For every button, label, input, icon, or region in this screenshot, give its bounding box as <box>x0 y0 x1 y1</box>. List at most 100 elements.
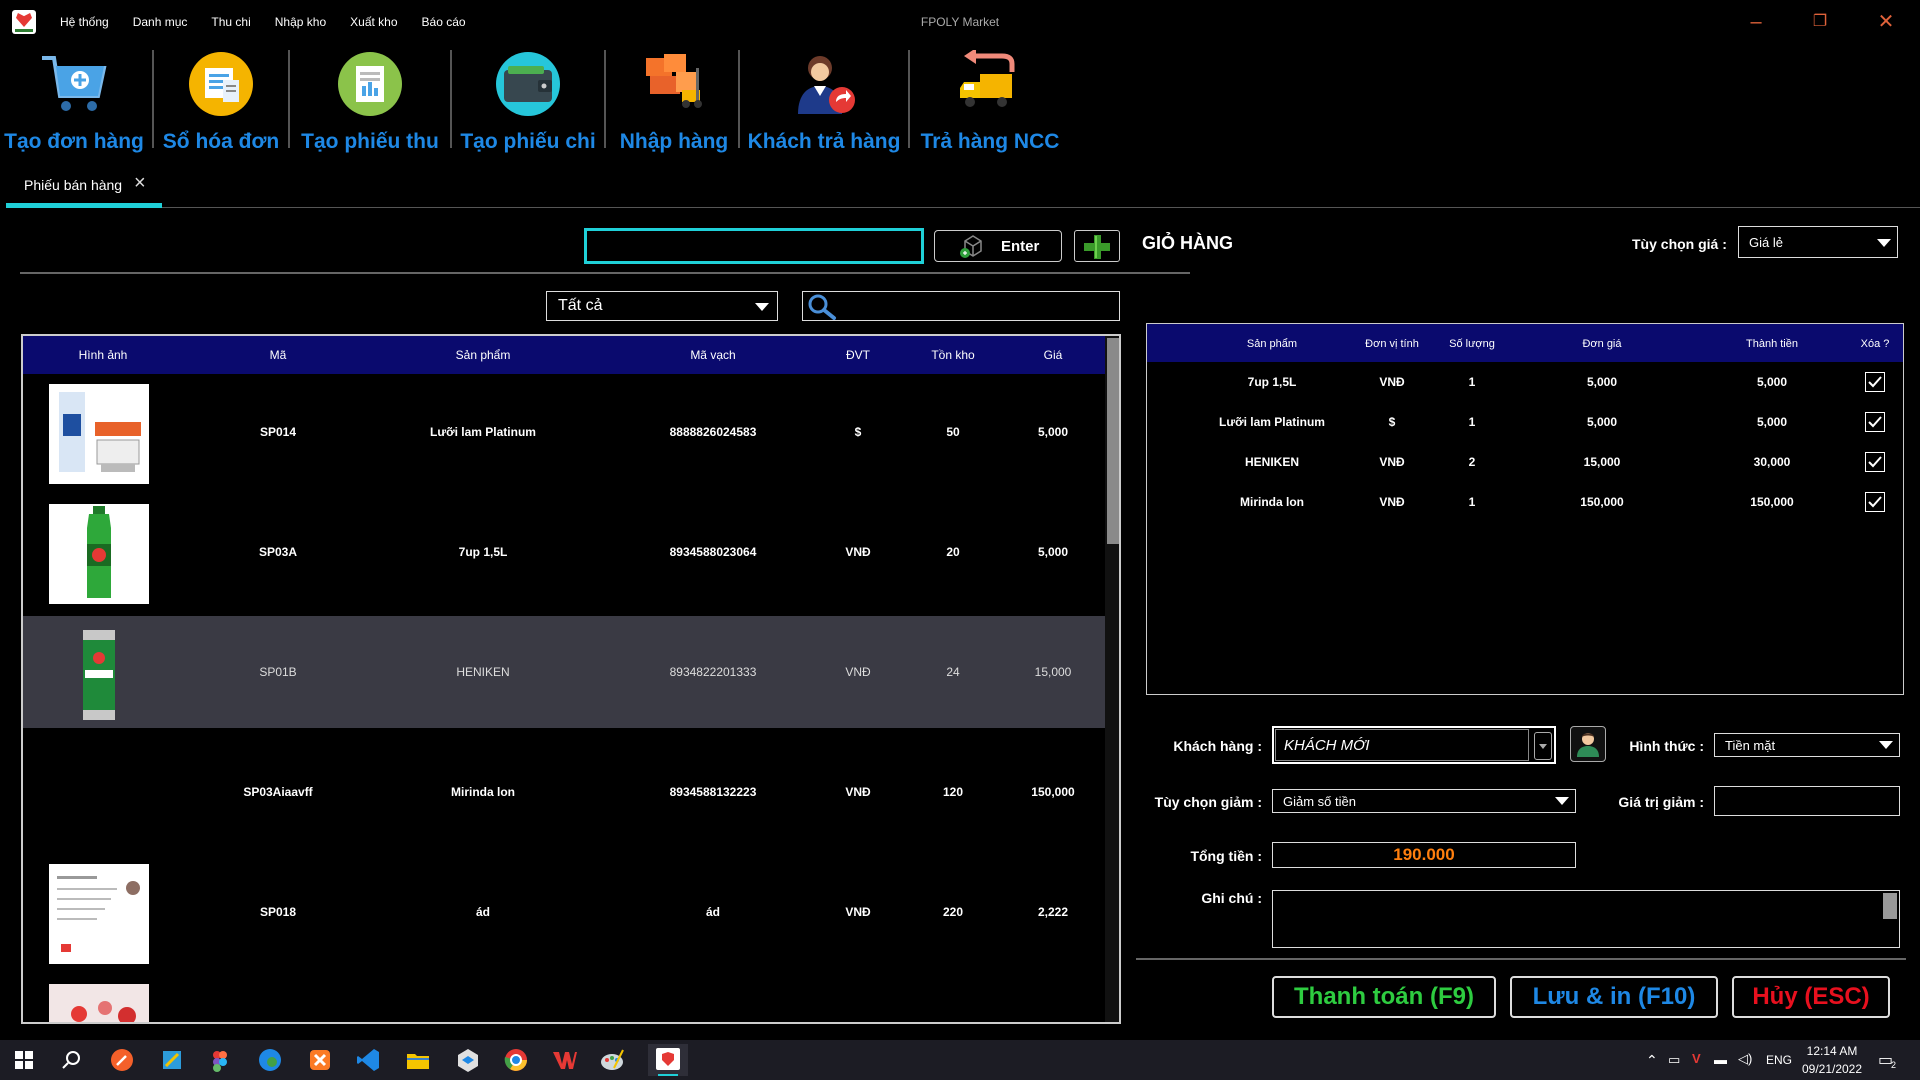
enter-button[interactable]: Enter <box>934 230 1062 262</box>
column-header-unit-price[interactable]: Đơn giá <box>1547 338 1657 350</box>
taskbar-app-fpoly-market[interactable] <box>648 1044 688 1076</box>
minimize-button[interactable]: – <box>1736 8 1776 36</box>
add-product-button[interactable] <box>1074 230 1120 262</box>
column-header-unit[interactable]: ĐVT <box>823 348 893 362</box>
tray-app-icon[interactable]: V <box>1692 1051 1701 1066</box>
cart-qty[interactable]: 1 <box>1422 482 1522 522</box>
note-input[interactable] <box>1273 891 1883 947</box>
menu-item-import[interactable]: Nhập kho <box>275 15 326 29</box>
menu-bar: Hệ thống Danh mục Thu chi Nhập kho Xuất … <box>60 0 490 44</box>
menu-item-finance[interactable]: Thu chi <box>211 15 250 29</box>
taskbar-app-edge[interactable] <box>256 1046 284 1074</box>
taskbar-app-chrome[interactable] <box>502 1046 530 1074</box>
pay-button[interactable]: Thanh toán (F9) <box>1272 976 1496 1018</box>
create-order-button[interactable]: Tạo đơn hàng <box>4 46 144 154</box>
table-row[interactable]: SP03Aiaavff Mirinda lon 8934588132223 VN… <box>23 736 1105 848</box>
tab-sales-slip[interactable]: Phiếu bán hàng × <box>6 170 162 208</box>
menu-item-reports[interactable]: Báo cáo <box>422 15 466 29</box>
close-button[interactable]: ✕ <box>1866 8 1906 36</box>
note-field <box>1272 890 1900 948</box>
ribbon-separator <box>908 50 910 148</box>
category-select[interactable]: Tất cả <box>546 291 778 321</box>
note-scrollbar[interactable] <box>1883 893 1897 919</box>
taskbar-app-snip[interactable] <box>158 1046 186 1074</box>
close-tab-icon[interactable]: × <box>134 172 146 195</box>
product-thumbnail <box>49 624 149 724</box>
delete-checkbox[interactable] <box>1865 452 1885 472</box>
customer-dropdown-button[interactable] <box>1534 732 1552 760</box>
table-row[interactable]: SP018 ád ád VNĐ 220 2,222 <box>23 856 1105 968</box>
column-header-image[interactable]: Hình ảnh <box>53 348 153 362</box>
cart-qty[interactable]: 1 <box>1422 362 1522 402</box>
discount-value-input[interactable] <box>1714 786 1900 816</box>
table-row[interactable] <box>23 976 1105 1022</box>
invoice-book-button[interactable]: Sổ hóa đơn <box>162 46 280 154</box>
language-indicator[interactable]: ENG <box>1766 1053 1792 1067</box>
supplier-return-button[interactable]: Trả hàng NCC <box>918 46 1062 154</box>
column-header-product[interactable]: Sản phẩm <box>1207 338 1337 350</box>
save-print-button[interactable]: Lưu & in (F10) <box>1510 976 1718 1018</box>
price-option-select[interactable]: Giá lẻ <box>1738 226 1898 258</box>
cart-row[interactable]: Mirinda lon VNĐ 1 150,000 150,000 <box>1147 482 1903 522</box>
tray-network-icon[interactable]: ▭ <box>1668 1052 1680 1068</box>
delete-checkbox[interactable] <box>1865 492 1885 512</box>
table-row[interactable]: SP014 Lưỡi lam Platinum 8888826024583 $ … <box>23 376 1105 488</box>
column-header-delete[interactable]: Xóa ? <box>1847 338 1903 350</box>
create-payment-button[interactable]: Tạo phiếu chi <box>458 46 598 154</box>
taskbar-app-pen[interactable] <box>108 1046 136 1074</box>
delete-checkbox[interactable] <box>1865 372 1885 392</box>
taskbar-app-paint[interactable] <box>598 1046 626 1074</box>
create-receipt-button[interactable]: Tạo phiếu thu <box>298 46 442 154</box>
scrollbar-thumb[interactable] <box>1107 338 1119 544</box>
product-thumbnail <box>49 984 149 1022</box>
taskbar-app-cube[interactable] <box>454 1046 482 1074</box>
column-header-barcode[interactable]: Mã vạch <box>623 348 803 362</box>
table-scrollbar[interactable] <box>1105 336 1119 1022</box>
column-header-code[interactable]: Mã <box>203 348 353 362</box>
clock-date[interactable]: 09/21/2022 <box>1800 1062 1864 1076</box>
payment-method-select[interactable]: Tiền mặt <box>1714 733 1900 757</box>
discount-option-select[interactable]: Giảm số tiền <box>1272 789 1576 813</box>
column-header-stock[interactable]: Tồn kho <box>913 348 993 362</box>
product-barcode: 8934588132223 <box>669 785 757 799</box>
taskbar-search-button[interactable] <box>58 1046 86 1074</box>
table-row[interactable]: SP03A 7up 1,5L 8934588023064 VNĐ 20 5,00… <box>23 496 1105 608</box>
tray-chevron-up-icon[interactable]: ⌃ <box>1646 1052 1658 1069</box>
table-row-selected[interactable]: SP01B HENIKEN 8934822201333 VNĐ 24 15,00… <box>23 616 1105 728</box>
cart-row[interactable]: Lưỡi lam Platinum $ 1 5,000 5,000 <box>1147 402 1903 442</box>
taskbar-app-wps[interactable] <box>550 1046 578 1074</box>
restore-button[interactable]: ❐ <box>1800 8 1840 36</box>
product-stock: 24 <box>946 665 960 679</box>
column-header-price[interactable]: Giá <box>1013 348 1093 362</box>
xampp-icon <box>310 1050 330 1070</box>
taskbar-app-figma[interactable] <box>206 1046 234 1074</box>
taskbar-app-explorer[interactable] <box>404 1046 432 1074</box>
customer-return-button[interactable]: Khách trả hàng <box>748 46 900 154</box>
cart-add-icon <box>40 50 108 118</box>
battery-icon[interactable]: ▬ <box>1714 1052 1727 1067</box>
menu-item-export[interactable]: Xuất kho <box>350 15 397 29</box>
discount-option-label: Tùy chọn giảm : <box>1154 794 1262 810</box>
column-header-total[interactable]: Thành tiền <box>1717 338 1827 350</box>
taskbar-app-xampp[interactable] <box>306 1046 334 1074</box>
taskbar-app-vscode[interactable] <box>354 1046 382 1074</box>
cart-row[interactable]: 7up 1,5L VNĐ 1 5,000 5,000 <box>1147 362 1903 402</box>
chevron-down-icon <box>1877 239 1891 247</box>
customer-input[interactable] <box>1275 729 1529 761</box>
menu-item-system[interactable]: Hệ thống <box>60 15 109 29</box>
start-button[interactable] <box>10 1046 38 1074</box>
search-input[interactable] <box>839 292 1115 320</box>
column-header-qty[interactable]: Số lượng <box>1422 338 1522 350</box>
delete-checkbox[interactable] <box>1865 412 1885 432</box>
cart-row[interactable]: HENIKEN VNĐ 2 15,000 30,000 <box>1147 442 1903 482</box>
volume-icon[interactable]: ◁) <box>1738 1051 1752 1067</box>
cart-title: GIỎ HÀNG <box>1142 233 1234 253</box>
menu-item-catalog[interactable]: Danh mục <box>133 15 188 29</box>
cart-qty[interactable]: 2 <box>1422 442 1522 482</box>
barcode-input[interactable] <box>584 228 924 264</box>
column-header-product[interactable]: Sản phẩm <box>383 348 583 362</box>
clock-time[interactable]: 12:14 AM <box>1800 1044 1864 1058</box>
import-goods-button[interactable]: Nhập hàng <box>614 46 734 154</box>
cart-qty[interactable]: 1 <box>1422 402 1522 442</box>
cancel-button[interactable]: Hủy (ESC) <box>1732 976 1890 1018</box>
